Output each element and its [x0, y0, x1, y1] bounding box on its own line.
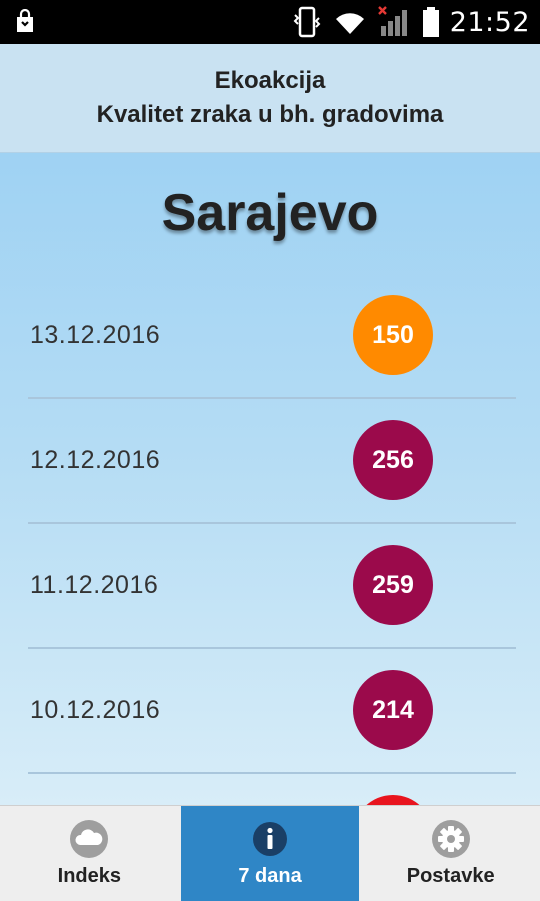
status-bar: 21:52	[0, 0, 540, 44]
tab-label: 7 dana	[238, 865, 302, 887]
shopping-bag-icon	[17, 9, 33, 32]
info-icon	[253, 822, 287, 856]
battery-icon	[422, 7, 439, 37]
app-title: Ekoakcija	[214, 67, 326, 94]
gear-icon	[431, 820, 470, 858]
aqi-badge: 150	[353, 295, 433, 375]
aqi-badge: 259	[353, 545, 433, 625]
bottom-nav: Indeks 7 dana Postavke	[0, 805, 540, 901]
app-subtitle: Kvalitet zraka u bh. gradovima	[96, 101, 444, 128]
reading-date: 10.12.2016	[30, 696, 161, 724]
city-title: Sarajevo	[161, 184, 379, 242]
list-item: 13.12.2016 150	[28, 273, 516, 399]
tab-indeks[interactable]: Indeks	[0, 806, 179, 901]
aqi-badge: 214	[353, 670, 433, 750]
reading-date: 11.12.2016	[30, 571, 159, 599]
list-item	[28, 773, 516, 805]
wifi-icon	[335, 13, 364, 34]
no-signal-icon	[377, 6, 407, 36]
list-item: 12.12.2016 256	[28, 398, 516, 524]
reading-date: 13.12.2016	[30, 321, 161, 349]
aqi-badge: 256	[353, 420, 433, 500]
reading-date: 12.12.2016	[30, 446, 161, 474]
list-item: 10.12.2016 214	[28, 648, 516, 774]
tab-label: Indeks	[57, 865, 122, 887]
aqi-badge	[353, 795, 433, 805]
tab-7-dana[interactable]: 7 dana	[180, 806, 360, 901]
tab-postavke[interactable]: Postavke	[361, 806, 540, 901]
tab-label: Postavke	[406, 865, 495, 887]
readings-panel[interactable]: Sarajevo 13.12.2016 150 12.12.2016 256 1…	[0, 153, 540, 805]
phone-vibrate-icon	[293, 6, 321, 38]
clock: 21:52	[449, 6, 530, 38]
cloud-icon	[70, 820, 109, 858]
list-item: 11.12.2016 259	[28, 523, 516, 649]
app-header: Ekoakcija Kvalitet zraka u bh. gradovima	[0, 44, 540, 153]
